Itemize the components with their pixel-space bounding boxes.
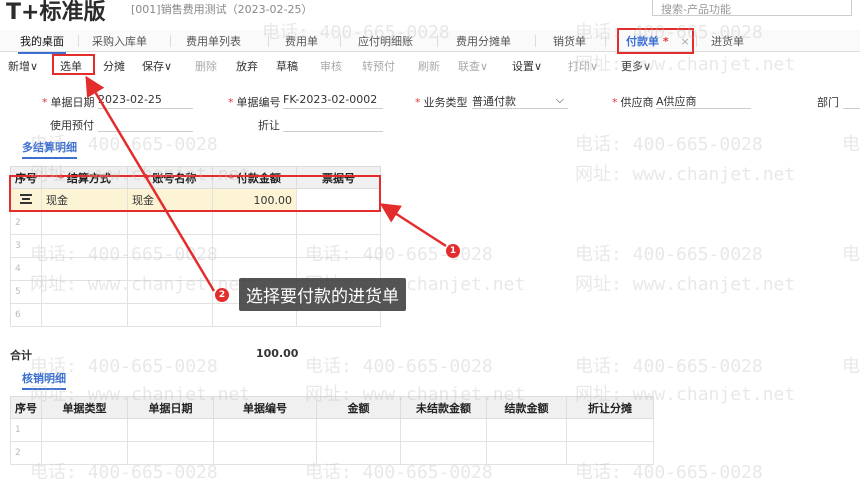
draft-button[interactable]: 草稿 [276,58,298,74]
tab-purchase[interactable]: 进货单 [711,33,744,49]
date-field[interactable]: 2023-02-25 [98,93,193,109]
search-input[interactable]: 搜索-产品功能 [652,0,852,16]
delete-button[interactable]: 删除 [195,58,217,74]
step-badge-1: 1 [446,244,460,258]
tab-expense-allocation[interactable]: 费用分摊单 [456,33,511,49]
biztype-label: * 业务类型 [415,96,468,109]
tab-payable-detail[interactable]: 应付明细账 [358,33,413,49]
prepay-field[interactable] [98,116,193,132]
highlight-payment-tab [617,28,694,54]
instruction-tooltip: 选择要付款的进货单 [239,278,406,311]
table-row[interactable]: 1 [10,418,654,442]
number-label: * 单据编号 [228,96,281,109]
tab-expense-list[interactable]: 费用单列表 [186,33,241,49]
settings-button[interactable]: 设置∨ [512,58,542,74]
biztype-select[interactable]: 普通付款 ⌵ [472,93,568,109]
table-row[interactable]: 2 [10,441,654,465]
more-button[interactable]: 更多∨ [621,58,651,74]
account-info: [001]销售费用测试（2023-02-25） [131,3,313,16]
title-bar: T+标准版 [001]销售费用测试（2023-02-25） 搜索-产品功能 [0,0,860,25]
table-header: 序号 单据类型 单据日期 单据编号 金额 未结款金额 结款金额 折让分摊 [10,396,654,419]
save-button[interactable]: 保存∨ [142,58,172,74]
highlight-settlement-row [9,175,381,212]
step-badge-2: 2 [215,288,229,302]
writeoff-table: 序号 单据类型 单据日期 单据编号 金额 未结款金额 结款金额 折让分摊 1 2 [10,396,654,465]
refresh-button[interactable]: 刷新 [418,58,440,74]
dept-field[interactable] [843,93,860,109]
watermark: 电话: 400-665-0028 [575,244,763,265]
link-query-button[interactable]: 联查∨ [458,58,488,74]
audit-button[interactable]: 审核 [320,58,342,74]
prepay-label: 使用预付 [50,119,94,132]
watermark: 电 [842,134,860,155]
dept-label: 部门 [817,96,839,109]
table-row[interactable]: 3 [10,234,381,258]
watermark: 电 [842,244,860,265]
tab-sales[interactable]: 销货单 [553,33,586,49]
prepay-button[interactable]: 转预付 [362,58,395,74]
watermark: 网址: www.chanjet.net [575,274,796,295]
product-logo: T+标准版 [6,0,106,25]
discount-field[interactable] [283,116,383,132]
supplier-label: * 供应商 [612,96,654,109]
toolbar: 新增∨ 选单 分摊 保存∨ 删除 放弃 草稿 审核 转预付 刷新 联查∨ 设置∨… [0,54,860,76]
allocate-button[interactable]: 分摊 [103,58,125,74]
arrow-to-row [379,203,447,248]
total-label: 合计 [10,349,32,362]
print-button[interactable]: 打印∨ [568,58,598,74]
date-label: * 单据日期 [42,96,95,109]
watermark: 网址: www.chanjet.net [575,164,796,185]
tab-purchase-inbound[interactable]: 采购入库单 [92,33,147,49]
new-button[interactable]: 新增∨ [8,58,38,74]
supplier-field[interactable]: A供应商 [656,93,751,109]
chevron-down-icon: ⌵ [555,93,564,106]
settlement-section-tab[interactable]: 多结算明细 [22,139,77,159]
tab-desktop[interactable]: 我的桌面 [18,33,66,54]
watermark: 电 [842,356,860,377]
discard-button[interactable]: 放弃 [236,58,258,74]
total-value: 100.00 [256,347,299,360]
discount-label: 折让 [258,119,280,132]
writeoff-section-tab[interactable]: 核销明细 [22,370,66,390]
watermark: 电话: 400-665-0028 [575,134,763,155]
table-row[interactable]: 2 [10,211,381,235]
tab-bar: 我的桌面 采购入库单 费用单列表 费用单 应付明细账 费用分摊单 销货单 付款单… [0,30,860,54]
number-field[interactable]: FK-2023-02-0002 [283,93,383,109]
total-row: 合计 100.00 [10,345,380,365]
tab-expense-doc[interactable]: 费用单 [285,33,318,49]
watermark: 电话: 400-665-0028 [575,356,763,377]
highlight-select-button [52,54,95,75]
